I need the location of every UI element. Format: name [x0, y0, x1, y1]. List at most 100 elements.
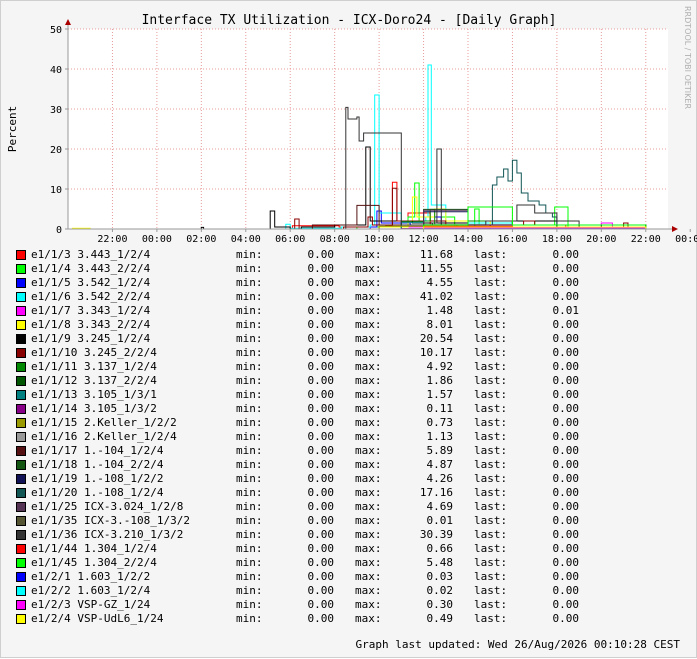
- legend-max-value: 4.69: [403, 500, 453, 514]
- legend-swatch: [16, 418, 26, 428]
- legend-min-label: min:: [236, 262, 263, 276]
- legend-max-label: max:: [355, 388, 382, 402]
- legend-max-label: max:: [355, 612, 382, 626]
- legend-row: e1/1/36 ICX-3.210_1/3/2min:0.00max:30.39…: [1, 528, 697, 542]
- legend-swatch: [16, 278, 26, 288]
- legend-min-value: 0.00: [284, 374, 334, 388]
- legend-max-value: 41.02: [403, 290, 453, 304]
- legend-max-value: 0.01: [403, 514, 453, 528]
- legend-last-label: last:: [474, 276, 507, 290]
- legend-min-value: 0.00: [284, 276, 334, 290]
- legend-min-value: 0.00: [284, 332, 334, 346]
- legend-max-value: 20.54: [403, 332, 453, 346]
- legend-swatch: [16, 572, 26, 582]
- legend-series-name: e1/1/18 1.-104_2/2/4: [31, 458, 163, 472]
- legend-series-name: e1/1/11 3.137_1/2/4: [31, 360, 157, 374]
- legend-last-label: last:: [474, 304, 507, 318]
- legend-swatch: [16, 446, 26, 456]
- legend-max-value: 0.49: [403, 612, 453, 626]
- legend-last-label: last:: [474, 346, 507, 360]
- legend-min-label: min:: [236, 612, 263, 626]
- legend-last-label: last:: [474, 472, 507, 486]
- legend-row: e1/1/4 3.443_2/2/4min:0.00max:11.55last:…: [1, 262, 697, 276]
- legend-min-value: 0.00: [284, 318, 334, 332]
- legend-max-label: max:: [355, 248, 382, 262]
- legend-min-value: 0.00: [284, 458, 334, 472]
- legend-row: e1/1/20 1.-108_1/2/4min:0.00max:17.16las…: [1, 486, 697, 500]
- y-tick-label: 50: [50, 25, 62, 36]
- legend-max-value: 1.13: [403, 430, 453, 444]
- legend-min-label: min:: [236, 304, 263, 318]
- legend-last-value: 0.00: [529, 318, 579, 332]
- legend-swatch: [16, 530, 26, 540]
- legend-row: e1/1/44 1.304_1/2/4min:0.00max:0.66last:…: [1, 542, 697, 556]
- legend-min-label: min:: [236, 486, 263, 500]
- legend-min-label: min:: [236, 374, 263, 388]
- legend-last-label: last:: [474, 486, 507, 500]
- legend-series-name: e1/2/1 1.603_1/2/2: [31, 570, 150, 584]
- legend-row: e1/1/3 3.443_1/2/4min:0.00max:11.68last:…: [1, 248, 697, 262]
- legend-min-value: 0.00: [284, 570, 334, 584]
- legend-last-value: 0.00: [529, 346, 579, 360]
- legend-row: e1/1/10 3.245_2/2/4min:0.00max:10.17last…: [1, 346, 697, 360]
- legend-max-label: max:: [355, 290, 382, 304]
- legend-last-label: last:: [474, 458, 507, 472]
- legend-last-value: 0.00: [529, 570, 579, 584]
- legend-min-label: min:: [236, 500, 263, 514]
- legend-swatch: [16, 320, 26, 330]
- x-axis-arrow: [672, 226, 678, 232]
- legend-max-label: max:: [355, 542, 382, 556]
- legend-last-label: last:: [474, 612, 507, 626]
- legend-last-label: last:: [474, 528, 507, 542]
- legend-row: e1/1/7 3.343_1/2/4min:0.00max:1.48last:0…: [1, 304, 697, 318]
- legend-min-label: min:: [236, 430, 263, 444]
- legend-row: e1/1/35 ICX-3.-108_1/3/2min:0.00max:0.01…: [1, 514, 697, 528]
- legend-max-label: max:: [355, 304, 382, 318]
- legend-min-label: min:: [236, 416, 263, 430]
- legend-max-label: max:: [355, 458, 382, 472]
- legend-series-name: e1/1/5 3.542_1/2/4: [31, 276, 150, 290]
- legend-row: e1/1/12 3.137_2/2/4min:0.00max:1.86last:…: [1, 374, 697, 388]
- legend-last-value: 0.00: [529, 388, 579, 402]
- legend-last-value: 0.00: [529, 276, 579, 290]
- legend-last-label: last:: [474, 598, 507, 612]
- legend-last-value: 0.00: [529, 262, 579, 276]
- legend-max-value: 0.66: [403, 542, 453, 556]
- legend-min-label: min:: [236, 472, 263, 486]
- x-tick-label: 00:00: [142, 234, 172, 245]
- legend-series-name: e1/1/9 3.245_1/2/4: [31, 332, 150, 346]
- legend-min-value: 0.00: [284, 430, 334, 444]
- legend-row: e1/1/11 3.137_1/2/4min:0.00max:4.92last:…: [1, 360, 697, 374]
- x-tick-label: 20:00: [586, 234, 616, 245]
- legend-swatch: [16, 292, 26, 302]
- legend-max-value: 17.16: [403, 486, 453, 500]
- legend-row: e1/2/1 1.603_1/2/2min:0.00max:0.03last:0…: [1, 570, 697, 584]
- legend-row: e1/1/9 3.245_1/2/4min:0.00max:20.54last:…: [1, 332, 697, 346]
- plot-area: [68, 29, 668, 229]
- legend-swatch: [16, 586, 26, 596]
- legend-max-value: 0.11: [403, 402, 453, 416]
- legend-min-label: min:: [236, 514, 263, 528]
- legend-series-name: e1/1/6 3.542_2/2/4: [31, 290, 150, 304]
- legend-swatch: [16, 558, 26, 568]
- legend-min-value: 0.00: [284, 514, 334, 528]
- legend-last-label: last:: [474, 388, 507, 402]
- legend-max-value: 1.86: [403, 374, 453, 388]
- legend-max-label: max:: [355, 276, 382, 290]
- legend-max-label: max:: [355, 556, 382, 570]
- legend-max-value: 0.03: [403, 570, 453, 584]
- legend-last-value: 0.00: [529, 444, 579, 458]
- legend-max-value: 4.87: [403, 458, 453, 472]
- y-axis-label: Percent: [6, 106, 19, 152]
- legend-last-value: 0.00: [529, 500, 579, 514]
- legend-max-value: 5.48: [403, 556, 453, 570]
- x-tick-label: 22:00: [631, 234, 661, 245]
- legend-swatch: [16, 488, 26, 498]
- y-tick-label: 30: [50, 105, 62, 116]
- legend-max-value: 1.48: [403, 304, 453, 318]
- legend-swatch: [16, 376, 26, 386]
- x-tick-label: 04:00: [231, 234, 261, 245]
- legend-series-name: e1/1/12 3.137_2/2/4: [31, 374, 157, 388]
- legend-series-name: e1/2/4 VSP-UdL6_1/24: [31, 612, 163, 626]
- legend-row: e1/1/6 3.542_2/2/4min:0.00max:41.02last:…: [1, 290, 697, 304]
